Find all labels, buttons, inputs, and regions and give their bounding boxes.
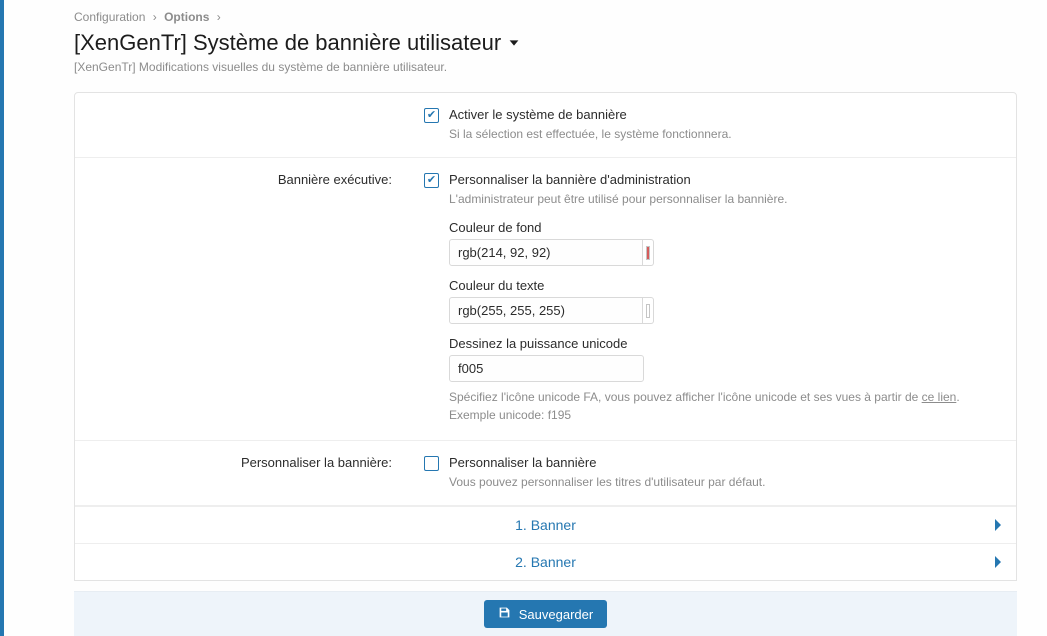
executive-checkbox[interactable] <box>424 173 439 188</box>
custom-desc: Vous pouvez personnaliser les titres d'u… <box>449 475 998 489</box>
unicode-example: Exemple unicode: f195 <box>449 408 571 422</box>
banner-1-title: 1. Banner <box>515 517 576 533</box>
bg-color-input[interactable] <box>449 239 643 266</box>
activate-desc: Si la sélection est effectuée, le systèm… <box>449 127 998 141</box>
breadcrumb-root[interactable]: Configuration <box>74 10 145 24</box>
bg-color-swatch[interactable] <box>643 239 654 266</box>
save-label: Sauvegarder <box>519 607 593 622</box>
caret-down-icon <box>507 30 521 56</box>
banner-1-row[interactable]: 1. Banner <box>75 506 1016 543</box>
text-color-swatch[interactable] <box>643 297 654 324</box>
chevron-right-icon: › <box>217 10 221 24</box>
breadcrumb: Configuration › Options › <box>74 10 1017 24</box>
unicode-hint: Spécifiez l'icône unicode FA, vous pouve… <box>449 388 998 424</box>
options-panel: Activer le système de bannière Si la sél… <box>74 92 1017 581</box>
chevron-right-icon <box>994 519 1002 531</box>
custom-label[interactable]: Personnaliser la bannière <box>449 455 596 470</box>
bg-color-swatch-inner <box>646 246 650 260</box>
save-button[interactable]: Sauvegarder <box>484 600 607 628</box>
activate-label[interactable]: Activer le système de bannière <box>449 107 627 122</box>
bg-color-label: Couleur de fond <box>449 220 998 235</box>
save-icon <box>498 606 511 622</box>
unicode-hint-link[interactable]: ce lien <box>922 390 957 404</box>
breadcrumb-current[interactable]: Options <box>164 10 209 24</box>
executive-desc: L'administrateur peut être utilisé pour … <box>449 192 998 206</box>
unicode-hint-post: . <box>956 390 959 404</box>
activate-checkbox[interactable] <box>424 108 439 123</box>
unicode-input[interactable] <box>449 355 644 382</box>
text-color-input[interactable] <box>449 297 643 324</box>
page-title-text: [XenGenTr] Système de bannière utilisate… <box>74 30 501 56</box>
banner-2-row[interactable]: 2. Banner <box>75 543 1016 580</box>
executive-row-label: Bannière exécutive: <box>75 158 410 440</box>
banner-2-title: 2. Banner <box>515 554 576 570</box>
text-color-swatch-inner <box>646 304 650 318</box>
chevron-right-icon: › <box>153 10 157 24</box>
footer-bar: Sauvegarder <box>74 591 1017 636</box>
chevron-right-icon <box>994 556 1002 568</box>
executive-label[interactable]: Personnaliser la bannière d'administrati… <box>449 172 691 187</box>
custom-checkbox[interactable] <box>424 456 439 471</box>
page-subtitle: [XenGenTr] Modifications visuelles du sy… <box>74 60 1017 74</box>
custom-row-label: Personnaliser la bannière: <box>75 441 410 505</box>
page-title[interactable]: [XenGenTr] Système de bannière utilisate… <box>74 30 1017 56</box>
unicode-label: Dessinez la puissance unicode <box>449 336 998 351</box>
text-color-label: Couleur du texte <box>449 278 998 293</box>
